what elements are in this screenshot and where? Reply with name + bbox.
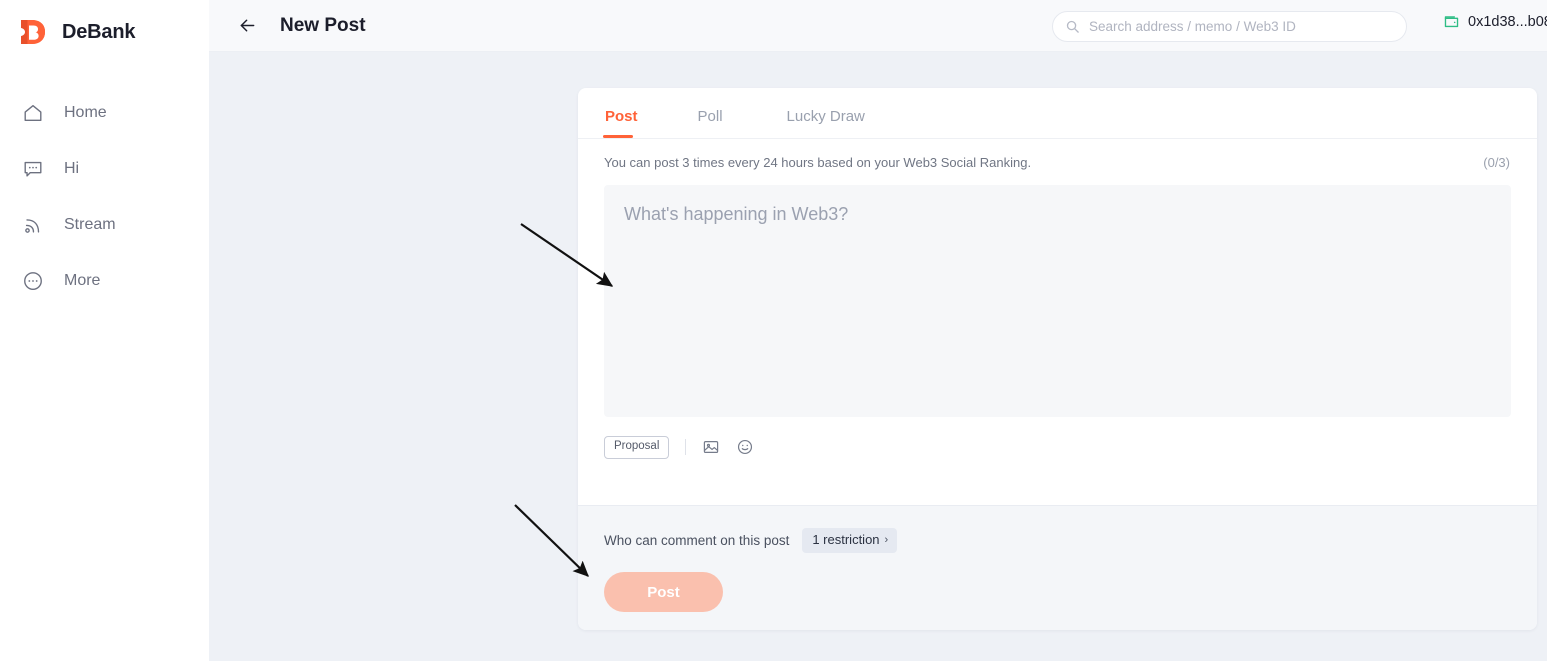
- post-button[interactable]: Post: [604, 572, 723, 613]
- emoji-smiley-icon[interactable]: [734, 436, 756, 458]
- composer-placeholder: What's happening in Web3?: [624, 204, 849, 224]
- composer-toolbar: Proposal: [578, 417, 1537, 459]
- sidebar-item-hi[interactable]: Hi: [0, 141, 209, 197]
- tab-post[interactable]: Post: [603, 108, 640, 138]
- brand-logo-block[interactable]: DeBank: [0, 0, 209, 50]
- sidebar-item-more[interactable]: More: [0, 253, 209, 309]
- sidebar-item-stream[interactable]: Stream: [0, 197, 209, 253]
- quota-count: (0/3): [1483, 154, 1510, 170]
- chat-bubble-icon: [20, 156, 46, 182]
- sidebar: DeBank Home Hi Stream More: [0, 0, 209, 661]
- more-dots-icon: [20, 268, 46, 294]
- wallet-address-button[interactable]: 0x1d38...b08: [1443, 13, 1547, 30]
- arrow-left-icon[interactable]: [234, 13, 260, 39]
- search-input[interactable]: [1089, 19, 1394, 34]
- post-composer-textarea[interactable]: What's happening in Web3?: [604, 185, 1511, 417]
- topbar: New Post 0x1d38: [209, 0, 1547, 52]
- debank-logo-icon: [18, 16, 50, 48]
- sidebar-item-home[interactable]: Home: [0, 85, 209, 141]
- restriction-chip-button[interactable]: 1 restriction ›: [802, 528, 898, 554]
- wallet-address-text: 0x1d38...b08: [1468, 13, 1547, 30]
- comment-permission-row: Who can comment on this post 1 restricti…: [604, 528, 1511, 554]
- sidebar-item-label-more: More: [64, 272, 101, 289]
- restriction-chip-label: 1 restriction: [812, 532, 880, 547]
- tab-lucky-draw[interactable]: Lucky Draw: [785, 108, 867, 138]
- comment-permission-label: Who can comment on this post: [604, 533, 790, 549]
- home-icon: [20, 100, 46, 126]
- composer-tabs: Post Poll Lucky Draw: [578, 88, 1537, 139]
- image-icon[interactable]: [700, 436, 722, 458]
- wallet-icon: [1443, 13, 1460, 30]
- quota-row: You can post 3 times every 24 hours base…: [578, 139, 1537, 185]
- content-area: Post Poll Lucky Draw You can post 3 time…: [209, 52, 1547, 661]
- sidebar-item-label-home: Home: [64, 104, 107, 121]
- brand-name: DeBank: [62, 20, 136, 43]
- search-icon: [1065, 19, 1080, 34]
- main-area: New Post 0x1d38: [209, 0, 1547, 661]
- chevron-right-icon: ›: [884, 533, 889, 546]
- tab-poll[interactable]: Poll: [696, 108, 725, 138]
- app-root: DeBank Home Hi Stream More New Post Sear…: [0, 0, 1547, 661]
- new-post-card: Post Poll Lucky Draw You can post 3 time…: [578, 88, 1537, 630]
- rss-stream-icon: [20, 212, 46, 238]
- card-footer: Who can comment on this post 1 restricti…: [578, 505, 1537, 630]
- sidebar-item-label-hi: Hi: [64, 160, 80, 177]
- search-bar[interactable]: [1052, 11, 1407, 42]
- page-title: New Post: [280, 14, 366, 36]
- quota-text: You can post 3 times every 24 hours base…: [604, 154, 1032, 170]
- proposal-chip-button[interactable]: Proposal: [604, 436, 670, 459]
- toolbar-divider: [685, 439, 687, 456]
- sidebar-nav: Home Hi Stream More: [0, 85, 209, 309]
- sidebar-item-label-stream: Stream: [64, 216, 116, 233]
